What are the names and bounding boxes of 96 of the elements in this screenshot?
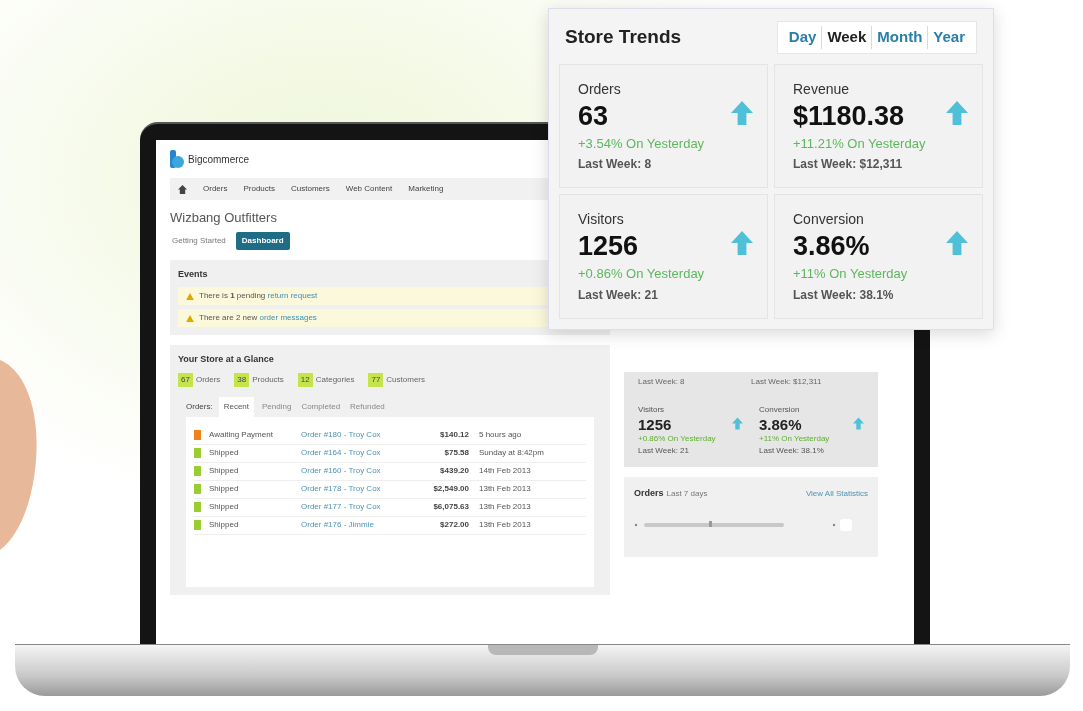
order-link[interactable]: Order #164 - Troy Cox	[301, 447, 419, 459]
time-cell: 13th Feb 2013	[479, 501, 531, 513]
event-text: There is 1 pending return request	[199, 290, 318, 302]
period-tab[interactable]: Day	[783, 26, 822, 49]
amount-cell-text: $272.00	[439, 519, 469, 531]
time-cell: 5 hours ago	[479, 429, 522, 441]
logo-text: Bigcommerce	[188, 152, 250, 167]
page-tab[interactable]: Dashboard	[235, 231, 290, 250]
order-link[interactable]: Order #180 - Troy Cox	[301, 429, 419, 441]
time-cell: 13th Feb 2013	[479, 483, 531, 495]
event-link[interactable]: order messages	[259, 313, 317, 322]
count-badge: 77	[368, 372, 384, 387]
change-text: +0.86% On Yesterday	[638, 432, 717, 445]
store-title: Wizbang Outfitters	[170, 209, 277, 227]
metric-label: Visitors	[638, 403, 666, 416]
logo-icon	[170, 150, 184, 168]
nav-link[interactable]: Marketing	[408, 183, 444, 195]
time-cell: 14th Feb 2013	[479, 465, 531, 477]
last-week-text: Last Week: 21	[638, 444, 690, 457]
metric-label: Conversion	[759, 403, 801, 416]
status-cell-text: Shipped	[209, 447, 240, 459]
last-week-text: Last Week: $12,311	[793, 156, 904, 173]
count-label: Customers	[386, 373, 426, 386]
amount-cell-text: $140.12	[439, 429, 469, 441]
status-cell-text: Awaiting Payment	[209, 429, 274, 441]
amount-cell-text: $6,075.63	[432, 501, 469, 513]
metric-label: Orders	[578, 79, 621, 99]
count-badge: 12	[297, 372, 313, 387]
change-text: +3.54% On Yesterday	[578, 134, 706, 153]
amount-cell-text: $439.20	[439, 465, 469, 477]
order-link[interactable]: Order #177 - Troy Cox	[301, 501, 419, 513]
status-cell-text: Shipped	[209, 519, 240, 531]
order-tab[interactable]: Recent	[218, 396, 255, 417]
panel-title: Orders	[634, 486, 664, 500]
change-text: +0.86% On Yesterday	[578, 265, 706, 283]
amount-cell-text: $2,549.00	[432, 483, 469, 495]
panel-subtitle: Last 7 days	[666, 487, 708, 500]
nav-link[interactable]: Orders	[203, 183, 228, 195]
page-tab[interactable]: Getting Started	[170, 231, 228, 250]
metric-label: Visitors	[578, 210, 625, 229]
metric-value: 1256	[638, 415, 672, 433]
up-arrow-icon	[946, 230, 968, 256]
count-label: Products	[252, 373, 284, 386]
period-tab[interactable]: Week	[821, 26, 872, 49]
metric-value: 1256	[578, 230, 639, 262]
metric-value: 3.86%	[793, 230, 870, 262]
nav-link[interactable]: Customers	[291, 183, 330, 195]
up-arrow-icon	[731, 99, 753, 126]
count-label: Orders	[195, 373, 221, 386]
metric-value: $1180.38	[793, 99, 905, 132]
up-arrow-icon	[731, 230, 753, 256]
up-arrow-icon	[946, 99, 968, 126]
count-label: Categories	[315, 373, 355, 386]
metric-value: 3.86%	[759, 415, 802, 433]
last-week-text: Last Week: 21	[578, 286, 659, 304]
last-week-text: Last Week: 38.1%	[793, 286, 895, 304]
warning-icon	[186, 292, 194, 300]
order-link[interactable]: Order #160 - Troy Cox	[301, 465, 419, 477]
panel-title: Events	[178, 267, 208, 281]
order-tabs-label: Orders:	[186, 400, 213, 413]
change-text: +11.21% On Yesterday	[793, 134, 927, 153]
nav-link[interactable]: Products	[243, 183, 276, 195]
order-tab[interactable]: Pending	[260, 396, 294, 417]
metric-label: Conversion	[793, 210, 865, 229]
order-tab[interactable]: Completed	[299, 396, 343, 417]
time-cell: Sunday at 8:42pm	[479, 447, 544, 459]
count-badge: 38	[234, 372, 250, 387]
last-week-text: Last Week: 38.1%	[759, 444, 825, 457]
up-arrow-icon	[853, 416, 864, 430]
change-text: +11% On Yesterday	[793, 265, 909, 283]
period-tab[interactable]: Year	[927, 26, 970, 49]
status-cell-text: Shipped	[209, 483, 240, 495]
amount-cell-text: $75.58	[443, 447, 469, 459]
metric-label: Revenue	[793, 79, 851, 99]
view-statistics-link[interactable]: View All Statistics	[805, 487, 868, 500]
warning-icon	[186, 314, 194, 322]
order-tab[interactable]: Refunded	[348, 396, 387, 417]
order-link[interactable]: Order #176 - Jimmie	[301, 519, 419, 531]
change-text: +11% On Yesterday	[759, 432, 831, 445]
time-cell: 13th Feb 2013	[479, 519, 531, 531]
count-badge: 67	[178, 372, 193, 387]
up-arrow-icon	[732, 416, 743, 430]
nav-link[interactable]: Web Content	[345, 183, 393, 195]
status-cell-text: Shipped	[209, 465, 240, 477]
event-link[interactable]: return request	[267, 291, 318, 300]
home-icon[interactable]	[178, 184, 187, 194]
last-week-text: Last Week: $12,311	[751, 375, 823, 388]
metric-value: 63	[578, 99, 610, 132]
status-cell-text: Shipped	[209, 501, 240, 513]
panel-title: Your Store at a Glance	[178, 353, 274, 366]
event-text: There are 2 new order messages	[199, 312, 317, 324]
last-week-text: Last Week: 8	[638, 375, 686, 388]
period-tab[interactable]: Month	[871, 26, 928, 49]
order-link[interactable]: Order #178 - Troy Cox	[301, 483, 419, 495]
last-week-text: Last Week: 8	[578, 156, 653, 173]
card-title: Store Trends	[565, 25, 682, 49]
